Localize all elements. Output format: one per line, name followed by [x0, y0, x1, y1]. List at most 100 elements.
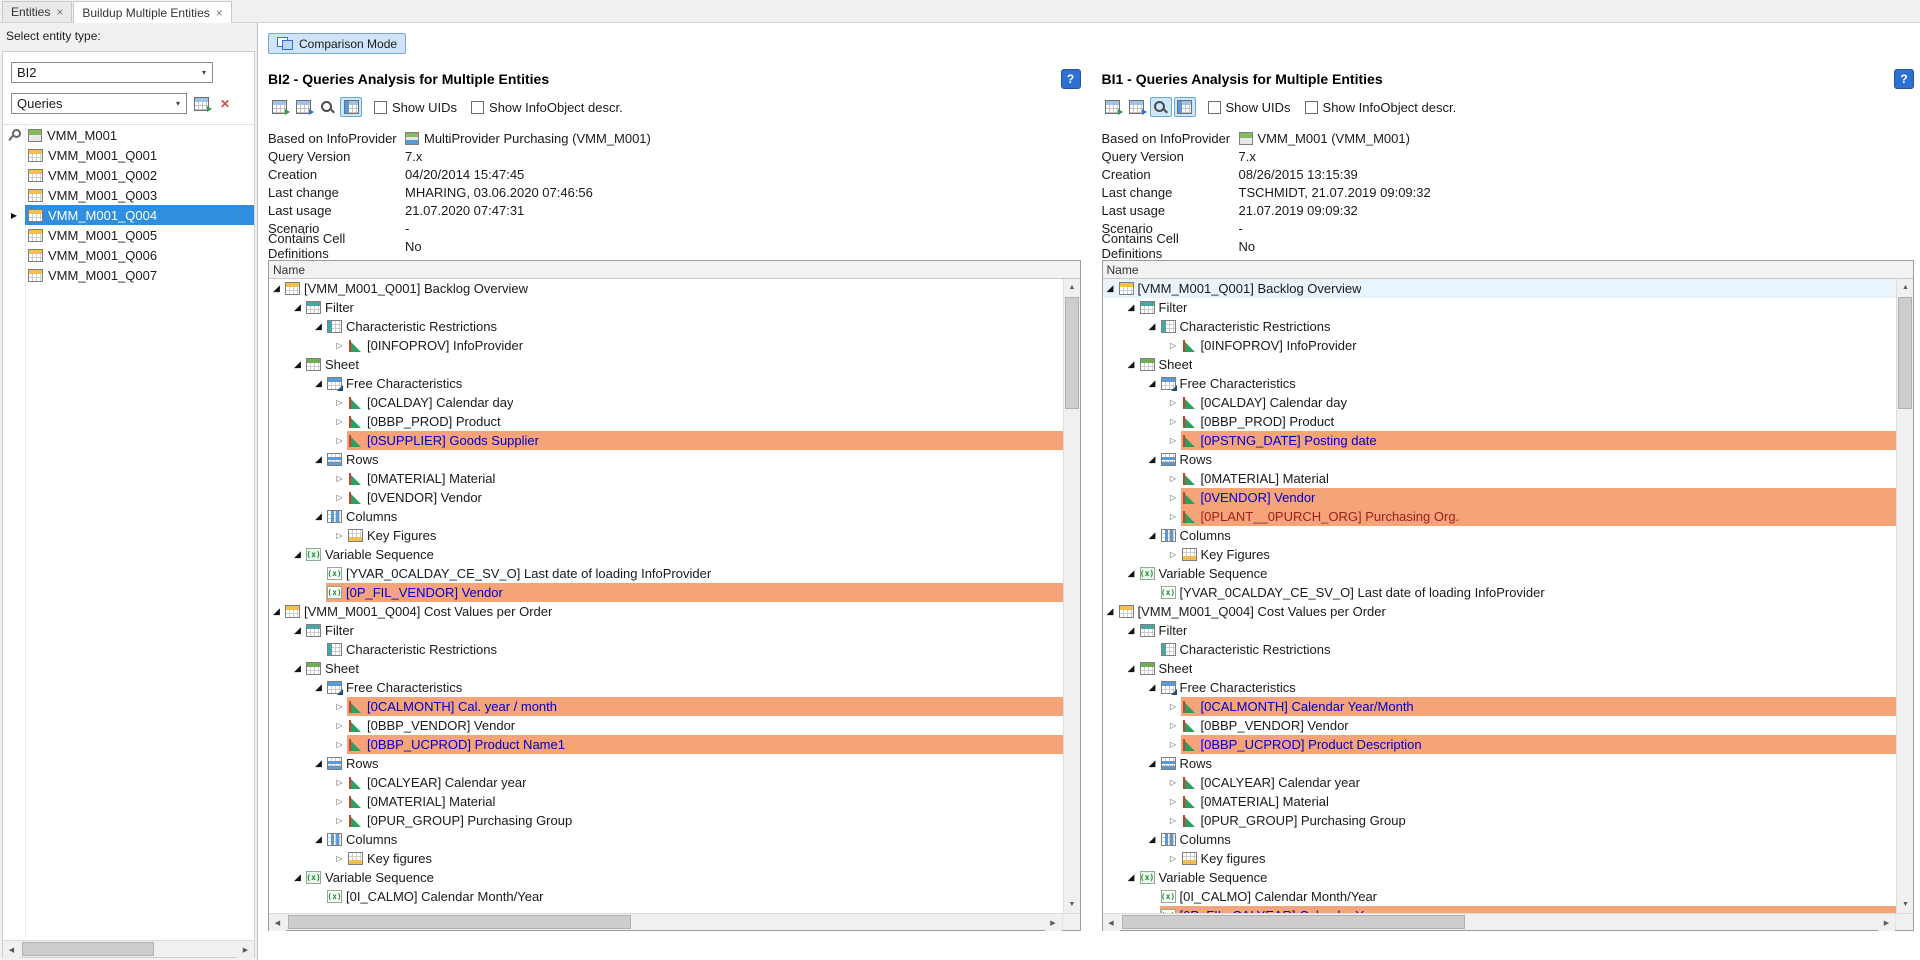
tree-row[interactable]: ▷[0INFOPROV] InfoProvider — [269, 336, 1063, 355]
entity-item[interactable]: VMM_M001_Q005 — [3, 225, 254, 245]
tree-row[interactable]: ◢Variable Sequence — [269, 868, 1063, 887]
tree-row[interactable]: ▷[0BBP_UCPROD] Product Name1 — [269, 735, 1063, 754]
tree-row[interactable]: ◢Sheet — [1103, 355, 1897, 374]
tree-row[interactable]: ▷[0CALYEAR] Calendar year — [1103, 773, 1897, 792]
collapse-icon[interactable]: ◢ — [1124, 868, 1139, 887]
tree-row[interactable]: [0I_CALMO] Calendar Month/Year — [1103, 887, 1897, 906]
tree-row[interactable]: ▷[0PUR_GROUP] Purchasing Group — [1103, 811, 1897, 830]
tree-row[interactable]: ◢[VMM_M001_Q004] Cost Values per Order — [1103, 602, 1897, 621]
expand-icon[interactable]: ▷ — [332, 792, 347, 811]
expand-icon[interactable]: ▷ — [332, 526, 347, 545]
expand-icon[interactable]: ▷ — [332, 393, 347, 412]
comparison-mode-button[interactable]: Comparison Mode — [268, 33, 406, 54]
collapse-icon[interactable]: ◢ — [1124, 621, 1139, 640]
tree-row[interactable]: ◢[VMM_M001_Q001] Backlog Overview — [1103, 279, 1897, 298]
tree-row[interactable]: [YVAR_0CALDAY_CE_SV_O] Last date of load… — [1103, 583, 1897, 602]
expand-icon[interactable]: ▷ — [332, 849, 347, 868]
checkbox-box[interactable] — [471, 101, 484, 114]
tree-row[interactable]: ▷[0MATERIAL] Material — [269, 792, 1063, 811]
tree-row[interactable]: [0I_CALMO] Calendar Month/Year — [269, 887, 1063, 906]
tree-row[interactable]: ▷[0MATERIAL] Material — [1103, 792, 1897, 811]
tree-row[interactable]: ▷[0BBP_PROD] Product — [1103, 412, 1897, 431]
tree-row[interactable]: ◢Columns — [269, 507, 1063, 526]
tree-row[interactable]: [YVAR_0CALDAY_CE_SV_O] Last date of load… — [269, 564, 1063, 583]
entity-item[interactable]: ▶VMM_M001_Q004 — [3, 205, 254, 225]
expand-icon[interactable]: ▷ — [332, 336, 347, 355]
tree-row[interactable]: ◢Sheet — [269, 659, 1063, 678]
scroll-left-icon[interactable]: ◀ — [1103, 914, 1120, 931]
collapse-icon[interactable]: ◢ — [311, 830, 326, 849]
tree-row[interactable]: ▷[0BBP_PROD] Product — [269, 412, 1063, 431]
scrollbar-thumb[interactable] — [288, 915, 631, 929]
scrollbar-thumb[interactable] — [1065, 297, 1079, 409]
collapse-icon[interactable]: ◢ — [1103, 279, 1118, 298]
tree-row[interactable]: ▷[0SUPPLIER] Goods Supplier — [269, 431, 1063, 450]
tree-row[interactable]: ▷Key figures — [1103, 849, 1897, 868]
tab-close-icon[interactable]: × — [216, 8, 223, 18]
zoom-button[interactable] — [316, 97, 338, 117]
expand-icon[interactable]: ▷ — [1166, 849, 1181, 868]
tree-row[interactable]: ▷Key Figures — [1103, 545, 1897, 564]
expand-icon[interactable]: ▷ — [332, 735, 347, 754]
collapse-icon[interactable]: ◢ — [1145, 526, 1160, 545]
tree-row[interactable]: ◢Characteristic Restrictions — [1103, 317, 1897, 336]
expand-icon[interactable]: ▷ — [1166, 507, 1181, 526]
expand-icon[interactable]: ▷ — [332, 412, 347, 431]
tree-row[interactable]: [0P_FIL_CALYEAR] Calendar Year — [1103, 906, 1897, 913]
tree-row[interactable]: ◢Rows — [269, 754, 1063, 773]
collapse-icon[interactable]: ◢ — [1124, 659, 1139, 678]
entity-item[interactable]: VMM_M001_Q007 — [3, 265, 254, 285]
vertical-scrollbar[interactable]: ▲ ▼ — [1896, 279, 1913, 913]
checkbox-show-uids[interactable]: Show UIDs — [1208, 100, 1291, 115]
collapse-icon[interactable]: ◢ — [290, 868, 305, 887]
scrollbar-thumb[interactable] — [1898, 297, 1912, 409]
horizontal-scrollbar[interactable]: ◀ ▶ — [1103, 913, 1914, 930]
tree-row[interactable]: ▷[0VENDOR] Vendor — [269, 488, 1063, 507]
collapse-icon[interactable]: ◢ — [311, 450, 326, 469]
tree-row[interactable]: ▷[0PLANT__0PURCH_ORG] Purchasing Org. — [1103, 507, 1897, 526]
collapse-icon[interactable]: ◢ — [290, 621, 305, 640]
scroll-up-icon[interactable]: ▲ — [1897, 279, 1913, 296]
scrollbar-thumb[interactable] — [1122, 915, 1465, 929]
entity-item[interactable]: VMM_M001_Q001 — [3, 145, 254, 165]
tree-row[interactable]: ◢Columns — [1103, 526, 1897, 545]
scroll-right-icon[interactable]: ▶ — [1045, 914, 1062, 931]
scroll-down-icon[interactable]: ▼ — [1897, 896, 1913, 913]
checkbox-box[interactable] — [1208, 101, 1221, 114]
entity-item[interactable]: VMM_M001_Q003 — [3, 185, 254, 205]
collapse-icon[interactable]: ◢ — [1103, 602, 1118, 621]
tree-row[interactable]: ◢Sheet — [269, 355, 1063, 374]
scroll-left-icon[interactable]: ◀ — [3, 941, 20, 958]
tree-row[interactable]: ◢Free Characteristics — [1103, 678, 1897, 697]
collapse-icon[interactable]: ◢ — [311, 317, 326, 336]
scroll-left-icon[interactable]: ◀ — [269, 914, 286, 931]
tree-row[interactable]: ◢Free Characteristics — [1103, 374, 1897, 393]
expand-icon[interactable]: ▷ — [1166, 431, 1181, 450]
grid-compare-button[interactable] — [1126, 97, 1148, 117]
system-dropdown[interactable]: BI2 ▾ — [11, 62, 213, 83]
tree-row[interactable]: ▷[0PSTNG_DATE] Posting date — [1103, 431, 1897, 450]
expand-icon[interactable]: ▷ — [1166, 393, 1181, 412]
tree-row[interactable]: ◢Free Characteristics — [269, 678, 1063, 697]
expand-icon[interactable]: ▷ — [332, 488, 347, 507]
expand-icon[interactable]: ▷ — [332, 811, 347, 830]
expand-icon[interactable]: ▷ — [1166, 412, 1181, 431]
collapse-icon[interactable]: ◢ — [269, 279, 284, 298]
collapse-icon[interactable]: ◢ — [1145, 374, 1160, 393]
tree-row[interactable]: ◢Rows — [269, 450, 1063, 469]
tree-row[interactable]: ◢Rows — [1103, 450, 1897, 469]
tree-row[interactable]: ◢Filter — [269, 621, 1063, 640]
tree-row[interactable]: ◢Variable Sequence — [1103, 868, 1897, 887]
expand-icon[interactable]: ▷ — [332, 431, 347, 450]
collapse-icon[interactable]: ◢ — [290, 659, 305, 678]
sidebar-horizontal-scrollbar[interactable]: ◀ ▶ — [3, 940, 254, 957]
collapse-icon[interactable]: ◢ — [1124, 298, 1139, 317]
grid-export-button[interactable] — [268, 97, 290, 117]
tree-row[interactable]: ◢Variable Sequence — [269, 545, 1063, 564]
tree-row[interactable]: Characteristic Restrictions — [1103, 640, 1897, 659]
collapse-icon[interactable]: ◢ — [290, 545, 305, 564]
scrollbar-track[interactable] — [286, 914, 1045, 930]
tree-row[interactable]: ◢Filter — [1103, 621, 1897, 640]
scroll-down-icon[interactable]: ▼ — [1064, 896, 1080, 913]
collapse-icon[interactable]: ◢ — [269, 602, 284, 621]
